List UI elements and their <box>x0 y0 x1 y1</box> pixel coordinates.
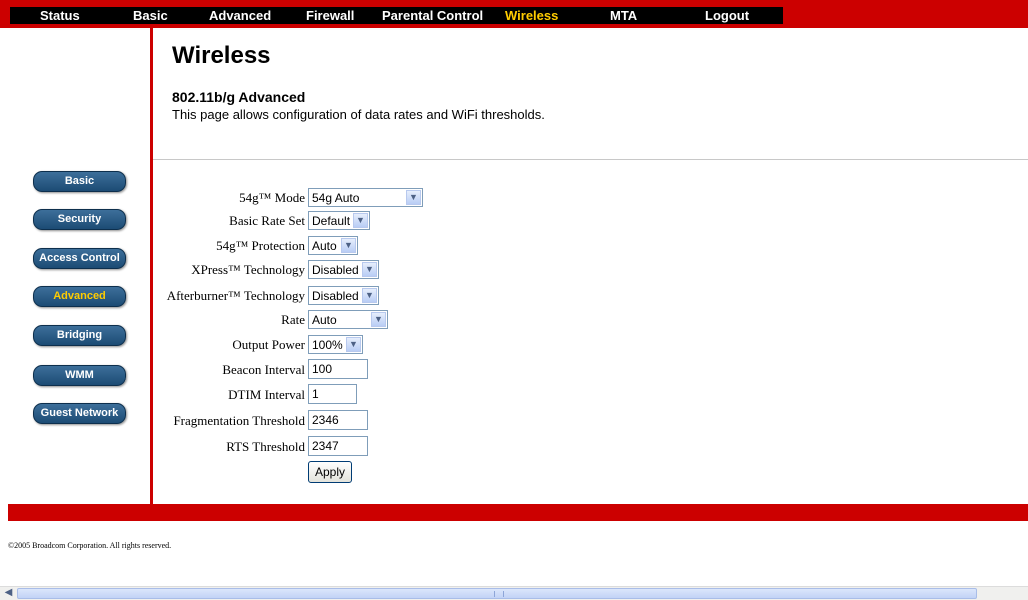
rts-threshold-input[interactable]: 2347 <box>308 436 368 456</box>
sidebar-item-wmm[interactable]: WMM <box>33 365 126 386</box>
sidebar-item-bridging[interactable]: Bridging <box>33 325 126 346</box>
nav-wireless[interactable]: Wireless <box>505 8 558 23</box>
beacon-interval-label: Beacon Interval <box>222 362 305 377</box>
sidebar-item-advanced[interactable]: Advanced <box>33 286 126 307</box>
basic-rate-set-label: Basic Rate Set <box>229 213 305 228</box>
basic-rate-set-value: Default <box>312 214 351 228</box>
basic-rate-set-select[interactable]: Default ▼ <box>308 211 370 230</box>
fragmentation-threshold-value: 2346 <box>312 413 339 427</box>
dtim-interval-label: DTIM Interval <box>228 387 305 402</box>
nav-status[interactable]: Status <box>40 8 80 23</box>
chevron-down-icon[interactable]: ▼ <box>362 262 377 277</box>
output-power-label: Output Power <box>232 337 305 352</box>
dtim-interval-value: 1 <box>312 387 319 401</box>
page-subtitle: 802.11b/g Advanced <box>172 89 306 105</box>
dtim-interval-input[interactable]: 1 <box>308 384 357 404</box>
page-description: This page allows configuration of data r… <box>172 107 545 122</box>
xpress-label: XPress™ Technology <box>191 262 305 277</box>
mode-select[interactable]: 54g Auto ▼ <box>308 188 423 207</box>
nav-logout[interactable]: Logout <box>705 8 749 23</box>
xpress-value: Disabled <box>312 263 359 277</box>
sidebar-item-security[interactable]: Security <box>33 209 126 230</box>
page-title: Wireless <box>172 42 271 69</box>
chevron-down-icon[interactable]: ▼ <box>371 312 386 327</box>
header-divider <box>153 159 1028 160</box>
chevron-down-icon[interactable]: ▼ <box>341 238 356 253</box>
rate-select[interactable]: Auto ▼ <box>308 310 388 329</box>
rts-threshold-value: 2347 <box>312 439 339 453</box>
sidebar-item-basic[interactable]: Basic <box>33 171 126 192</box>
top-navigation-bar: Status Basic Advanced Firewall Parental … <box>0 0 1028 28</box>
top-navigation-menu: Status Basic Advanced Firewall Parental … <box>10 7 783 24</box>
chevron-down-icon[interactable]: ▼ <box>353 213 368 228</box>
sidebar-item-guest-network[interactable]: Guest Network <box>33 403 126 424</box>
afterburner-value: Disabled <box>312 289 359 303</box>
nav-basic[interactable]: Basic <box>133 8 168 23</box>
rate-label: Rate <box>281 312 305 327</box>
afterburner-label: Afterburner™ Technology <box>166 288 305 303</box>
scrollbar-thumb[interactable] <box>17 588 977 599</box>
chevron-down-icon[interactable]: ▼ <box>346 337 361 352</box>
output-power-value: 100% <box>312 338 343 352</box>
sidebar-divider <box>150 28 153 504</box>
horizontal-scrollbar[interactable]: ◀ <box>0 586 1028 600</box>
scroll-left-icon[interactable]: ◀ <box>2 587 15 599</box>
scrollbar-grip-icon <box>494 591 504 597</box>
mode-label: 54g™ Mode <box>239 190 305 205</box>
beacon-interval-value: 100 <box>312 362 333 376</box>
fragmentation-threshold-label: Fragmentation Threshold <box>173 413 305 428</box>
rate-value: Auto <box>312 313 337 327</box>
nav-firewall[interactable]: Firewall <box>306 8 354 23</box>
sidebar-item-access-control[interactable]: Access Control <box>33 248 126 269</box>
footer-bar <box>8 504 1028 521</box>
nav-advanced[interactable]: Advanced <box>209 8 271 23</box>
rts-threshold-label: RTS Threshold <box>226 439 305 454</box>
nav-parental-control[interactable]: Parental Control <box>382 8 483 23</box>
protection-label: 54g™ Protection <box>216 238 305 253</box>
mode-value: 54g Auto <box>312 191 360 205</box>
beacon-interval-input[interactable]: 100 <box>308 359 368 379</box>
copyright-text: ©2005 Broadcom Corporation. All rights r… <box>8 541 172 550</box>
afterburner-select[interactable]: Disabled ▼ <box>308 286 379 305</box>
fragmentation-threshold-input[interactable]: 2346 <box>308 410 368 430</box>
chevron-down-icon[interactable]: ▼ <box>406 190 421 205</box>
apply-button[interactable]: Apply <box>308 461 352 483</box>
output-power-select[interactable]: 100% ▼ <box>308 335 363 354</box>
chevron-down-icon[interactable]: ▼ <box>362 288 377 303</box>
protection-value: Auto <box>312 239 337 253</box>
xpress-select[interactable]: Disabled ▼ <box>308 260 379 279</box>
nav-mta[interactable]: MTA <box>610 8 637 23</box>
protection-select[interactable]: Auto ▼ <box>308 236 358 255</box>
